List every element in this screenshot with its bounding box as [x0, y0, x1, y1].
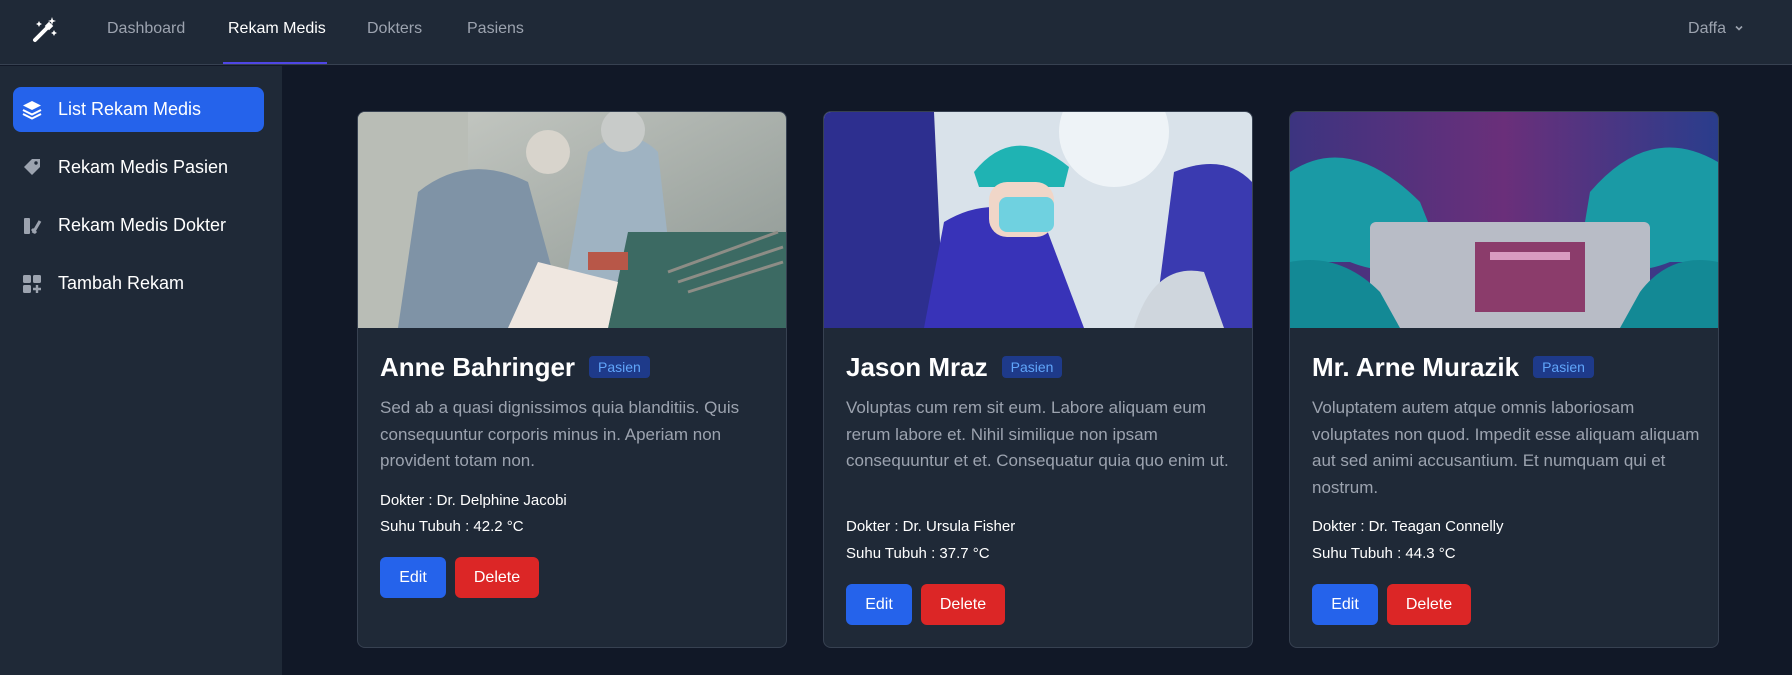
edit-button[interactable]: Edit [380, 557, 446, 598]
medical-record-card: Mr. Arne Murazik Pasien Voluptatem autem … [1289, 111, 1719, 648]
sidebar-item-list-rekam-medis[interactable]: List Rekam Medis [13, 87, 264, 132]
medical-record-card: Anne Bahringer Pasien Sed ab a quasi dign… [357, 111, 787, 648]
edit-button[interactable]: Edit [846, 584, 912, 625]
sidebar: List Rekam Medis Rekam Medis Pasien Reka… [0, 66, 282, 675]
record-description: Voluptatem autem atque omnis laboriosam … [1312, 398, 1700, 498]
delete-button[interactable]: Delete [921, 584, 1005, 625]
active-nav-indicator [223, 62, 327, 64]
nav-link-dashboard[interactable]: Dashboard [107, 0, 185, 65]
apps-add-icon [21, 273, 43, 295]
nav-link-pasiens[interactable]: Pasiens [467, 0, 524, 65]
nav-link-rekam-medis[interactable]: Rekam Medis [228, 0, 326, 65]
delete-button[interactable]: Delete [455, 557, 539, 598]
edit-button[interactable]: Edit [1312, 584, 1378, 625]
magic-wand-icon[interactable] [30, 15, 60, 45]
sidebar-item-label: Tambah Rekam [58, 273, 185, 293]
sidebar-item-rekam-medis-dokter[interactable]: Rekam Medis Dokter [13, 203, 264, 248]
status-badge: Pasien [1001, 356, 1063, 378]
top-navbar: Dashboard Rekam Medis Dokters Pasiens Da… [0, 0, 1792, 65]
status-badge: Pasien [589, 356, 650, 378]
nav-link-dokters[interactable]: Dokters [367, 0, 422, 65]
lab-slide-photo [1290, 112, 1718, 328]
record-description: Sed ab a quasi dignissimos quia blanditi… [380, 398, 740, 471]
doctor-info: Dokter : Dr. Delphine Jacobi [380, 492, 567, 509]
delete-button[interactable]: Delete [1387, 584, 1471, 625]
sidebar-item-label: List Rekam Medis [58, 99, 202, 119]
layers-icon [21, 99, 43, 121]
surgeon-photo [824, 112, 1252, 328]
sidebar-item-rekam-medis-pasien[interactable]: Rekam Medis Pasien [13, 145, 264, 190]
tag-icon [21, 157, 43, 179]
patient-name: Jason Mraz Pasien [846, 352, 1063, 383]
body-temperature: Suhu Tubuh : 37.7 °C [846, 545, 990, 562]
sidebar-item-tambah-rekam[interactable]: Tambah Rekam [13, 261, 264, 306]
record-description: Voluptas cum rem sit eum. Labore aliquam… [846, 398, 1229, 471]
patient-name: Anne Bahringer Pasien [380, 352, 650, 383]
doctor-info: Dokter : Dr. Teagan Connelly [1312, 518, 1504, 535]
doctor-info: Dokter : Dr. Ursula Fisher [846, 518, 1016, 535]
body-temperature: Suhu Tubuh : 42.2 °C [380, 518, 524, 535]
body-temperature: Suhu Tubuh : 44.3 °C [1312, 545, 1456, 562]
sidebar-item-label: Rekam Medis Pasien [58, 157, 229, 177]
medical-record-card: Jason Mraz Pasien Voluptas cum rem sit eu… [823, 111, 1253, 648]
user-menu[interactable]: Daffa [1688, 0, 1744, 65]
sidebar-item-label: Rekam Medis Dokter [58, 215, 227, 235]
status-badge: Pasien [1533, 356, 1594, 378]
patient-name: Mr. Arne Murazik Pasien [1312, 352, 1594, 383]
user-name: Daffa [1688, 20, 1726, 38]
user-list-icon [21, 215, 43, 237]
surgery-photo [358, 112, 786, 328]
chevron-down-icon [1734, 0, 1744, 58]
